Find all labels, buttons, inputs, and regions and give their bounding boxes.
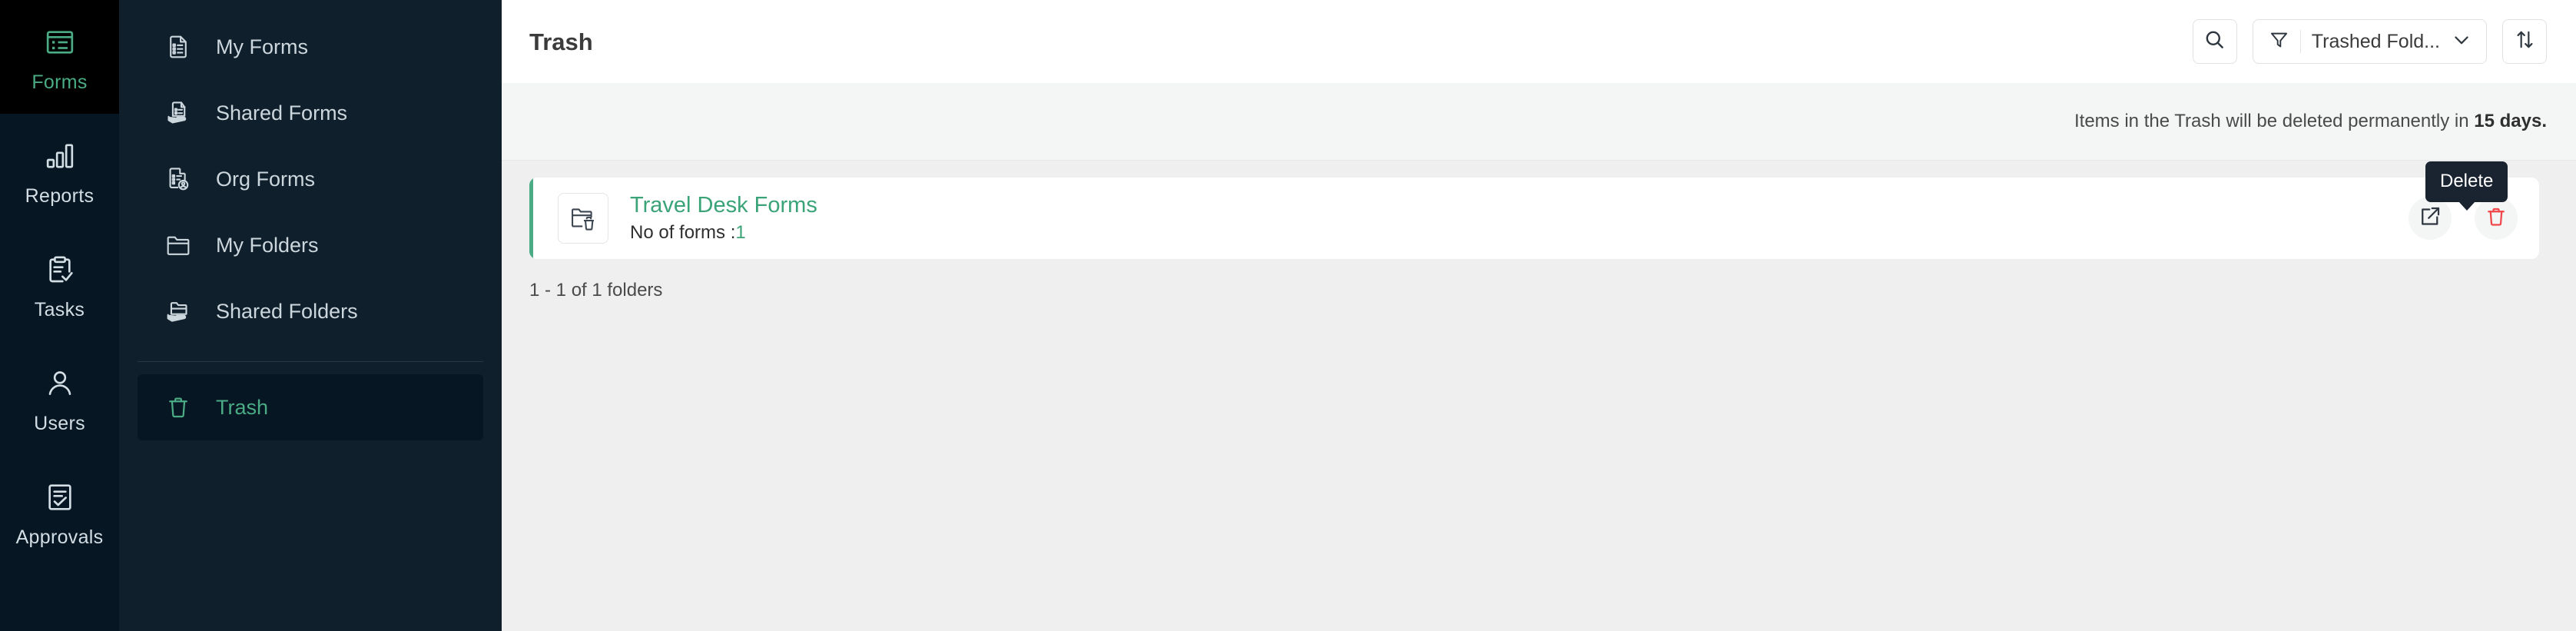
main-region: Trash Trashed Fold... Items in the Trash… (502, 0, 2576, 631)
sidebar-item-shared-forms[interactable]: Shared Forms (138, 80, 483, 146)
document-list-icon (165, 34, 191, 60)
primary-rail: Forms Reports Tasks Users Approvals (0, 0, 119, 631)
content-area: Travel Desk Forms No of forms :1 1 - 1 o… (502, 161, 2576, 631)
sort-button[interactable] (2502, 19, 2547, 64)
application-window: Forms Reports Tasks Users Approvals My F… (0, 0, 2576, 631)
sidebar-item-my-folders[interactable]: My Folders (138, 212, 483, 278)
sidebar-divider (138, 361, 483, 362)
row-accent-bar (529, 178, 533, 259)
retention-message: Items in the Trash will be deleted perma… (2074, 112, 2547, 131)
rail-item-reports[interactable]: Reports (0, 114, 119, 227)
filter-separator (2299, 30, 2301, 53)
delete-button[interactable] (2475, 197, 2518, 240)
rail-item-label: Forms (31, 71, 88, 93)
filter-selected-value: Trashed Fold... (2311, 30, 2440, 52)
filter-funnel-icon (2269, 29, 2289, 54)
secondary-sidebar: My Forms Shared Forms Org Forms My Folde… (119, 0, 502, 631)
sidebar-item-label: My Folders (216, 233, 319, 257)
tasks-clipboard-check-icon (45, 250, 75, 290)
rail-item-label: Users (34, 412, 85, 434)
folder-form-count-value: 1 (735, 222, 746, 243)
rail-item-users[interactable]: Users (0, 341, 119, 455)
search-button[interactable] (2192, 19, 2237, 64)
sidebar-item-my-forms[interactable]: My Forms (138, 14, 483, 80)
retention-message-prefix: Items in the Trash will be deleted perma… (2074, 111, 2475, 131)
document-user-icon (165, 166, 191, 192)
sidebar-item-label: Org Forms (216, 167, 316, 191)
sidebar-item-label: Shared Forms (216, 101, 348, 125)
sidebar-item-label: Trash (216, 395, 269, 419)
forms-icon (45, 22, 75, 62)
filter-dropdown[interactable]: Trashed Fold... (2252, 19, 2487, 64)
sidebar-item-label: My Forms (216, 35, 308, 58)
sidebar-item-label: Shared Folders (216, 299, 358, 323)
delete-trash-icon (2485, 205, 2508, 232)
rail-item-tasks[interactable]: Tasks (0, 227, 119, 341)
trashed-folder-row[interactable]: Travel Desk Forms No of forms :1 (529, 178, 2539, 259)
trash-icon (165, 394, 191, 420)
folder-form-count-label: No of forms : (630, 222, 736, 243)
rail-item-label: Reports (25, 184, 94, 207)
users-person-icon (45, 364, 75, 404)
delete-tooltip: Delete (2425, 161, 2508, 211)
pagination-summary: 1 - 1 of 1 folders (529, 280, 663, 301)
folder-trash-icon (558, 193, 608, 244)
restore-button[interactable] (2409, 197, 2452, 240)
rail-item-label: Approvals (15, 526, 104, 548)
sort-arrows-icon (2514, 28, 2536, 55)
folder-icon (165, 232, 191, 258)
rail-item-label: Tasks (34, 298, 85, 320)
sidebar-item-org-forms[interactable]: Org Forms (138, 146, 483, 212)
shared-folder-hand-icon (165, 298, 191, 324)
approvals-document-check-icon (45, 477, 75, 517)
folder-details: Travel Desk Forms No of forms :1 (630, 194, 817, 242)
chevron-down-icon (2451, 29, 2472, 55)
shared-document-hand-icon (165, 100, 191, 126)
search-icon (2203, 28, 2226, 55)
sidebar-nav-list: My Forms Shared Forms Org Forms My Folde… (119, 14, 502, 344)
reports-bar-chart-icon (45, 136, 75, 176)
page-header: Trash Trashed Fold... (502, 0, 2576, 83)
retention-message-days: 15 days. (2474, 111, 2547, 131)
folder-name[interactable]: Travel Desk Forms (630, 194, 817, 217)
rail-item-approvals[interactable]: Approvals (0, 455, 119, 569)
folder-form-count: No of forms :1 (630, 224, 817, 242)
trash-retention-infobar: Items in the Trash will be deleted perma… (502, 83, 2576, 161)
restore-icon (2419, 205, 2442, 232)
page-title: Trash (529, 28, 593, 55)
rail-item-forms[interactable]: Forms (0, 0, 119, 114)
sidebar-item-trash[interactable]: Trash (138, 374, 483, 440)
sidebar-item-shared-folders[interactable]: Shared Folders (138, 278, 483, 344)
header-toolbar: Trashed Fold... (2192, 19, 2547, 64)
